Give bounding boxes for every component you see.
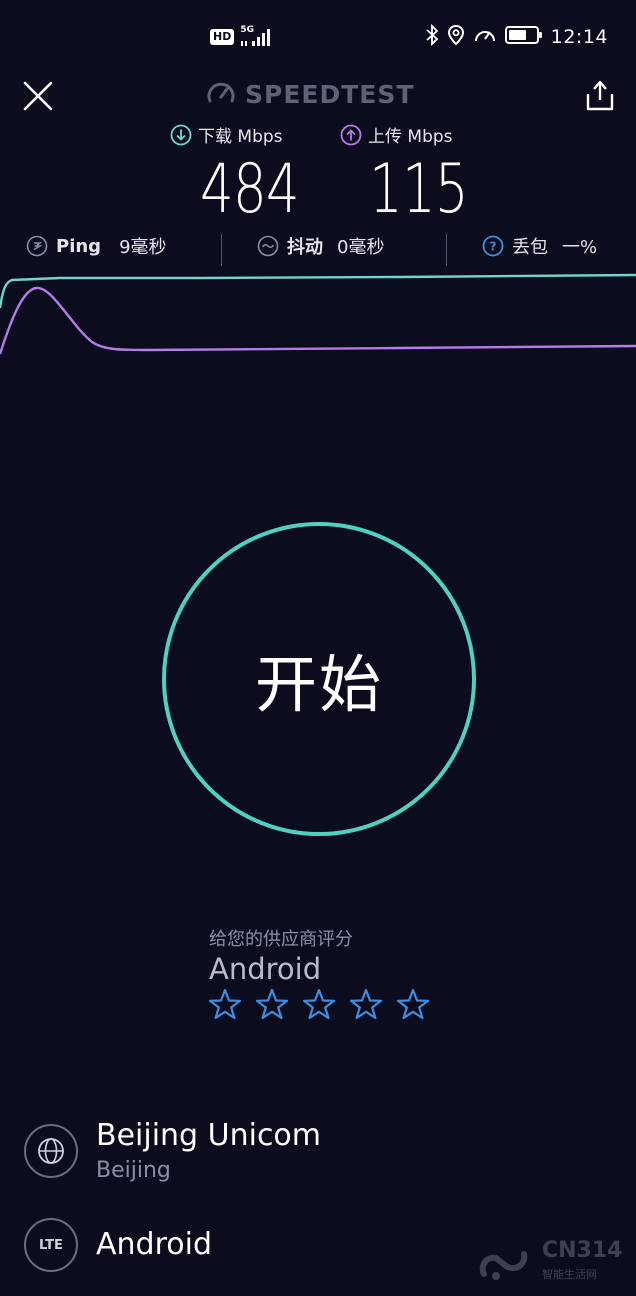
- status-left: HD 5G: [210, 26, 274, 48]
- location-icon: [447, 24, 465, 50]
- cellular-signal-icon: 5G: [240, 26, 274, 48]
- upload-speed-value: 115: [369, 150, 469, 229]
- brand-name: SPEEDTEST: [245, 79, 415, 109]
- close-icon: [23, 81, 53, 111]
- packet-loss-metric[interactable]: ? 丢包 一%: [482, 233, 597, 259]
- download-speed-value: 484: [200, 150, 300, 229]
- status-bar: HD 5G 12:14: [0, 22, 636, 56]
- download-label-text: 下载 Mbps: [198, 127, 283, 147]
- star-2-icon[interactable]: [255, 988, 289, 1020]
- ping-icon: [26, 235, 48, 257]
- download-graph-line: [0, 273, 636, 309]
- status-right: 12:14: [425, 23, 608, 50]
- metric-divider: [221, 234, 222, 266]
- download-label: 下载 Mbps: [170, 122, 283, 147]
- watermark: CN314 智能生活网: [476, 1236, 626, 1286]
- download-arrow-icon: [170, 124, 192, 145]
- watermark-logo-icon: [479, 1251, 528, 1280]
- star-3-icon[interactable]: [302, 988, 336, 1020]
- star-4-icon[interactable]: [349, 988, 383, 1020]
- isp-city: Beijing: [96, 1158, 171, 1183]
- ping-label: Ping: [56, 235, 102, 257]
- svg-text:?: ?: [490, 240, 497, 254]
- share-icon: [586, 80, 614, 111]
- watermark-subtext: 智能生活网: [542, 1268, 597, 1281]
- star-1-icon[interactable]: [208, 988, 242, 1020]
- device-name: Android: [96, 1227, 212, 1262]
- upload-label: 上传 Mbps: [340, 122, 453, 147]
- speedometer-icon: [473, 24, 497, 50]
- packet-loss-value: 一%: [562, 237, 598, 258]
- server-globe-icon: [24, 1124, 78, 1178]
- metric-divider: [446, 234, 447, 266]
- star-5-icon[interactable]: [396, 988, 430, 1020]
- network-type-label: 5G: [240, 25, 254, 35]
- start-button-label: 开始: [254, 648, 383, 721]
- start-button[interactable]: 开始: [161, 521, 477, 837]
- isp-name[interactable]: Beijing Unicom: [96, 1118, 321, 1153]
- hd-badge: HD: [210, 29, 235, 45]
- battery-icon: [504, 25, 543, 49]
- close-button[interactable]: [20, 78, 56, 114]
- star-rating: [208, 988, 430, 1020]
- bluetooth-icon: [425, 23, 439, 50]
- watermark-text: CN314: [542, 1238, 623, 1263]
- jitter-icon: [257, 235, 279, 257]
- jitter-value: 0毫秒: [337, 237, 385, 258]
- packet-loss-label: 丢包: [512, 237, 548, 258]
- gauge-icon: [207, 82, 235, 103]
- jitter-metric: 抖动 0毫秒: [257, 233, 384, 259]
- rated-provider-name: Android: [209, 952, 322, 986]
- jitter-label: 抖动: [287, 237, 323, 258]
- speedtest-logo: SPEEDTEST: [205, 78, 414, 110]
- ping-metric: Ping 9毫秒: [26, 233, 167, 259]
- lte-icon: LTE: [24, 1218, 78, 1272]
- help-icon: ?: [482, 235, 504, 257]
- connection-type-label: LTE: [39, 1237, 63, 1253]
- upload-label-text: 上传 Mbps: [368, 127, 453, 147]
- upload-graph-line: [0, 286, 636, 355]
- ping-value: 9毫秒: [119, 237, 167, 258]
- clock: 12:14: [550, 26, 608, 48]
- rate-provider-prompt: 给您的供应商评分: [209, 929, 353, 950]
- speedtest-screen: HD 5G 12:14 SPEEDTEST 下载 Mbps 上传 Mbps 48…: [0, 0, 636, 1296]
- upload-arrow-icon: [340, 124, 362, 145]
- speed-graph: [0, 273, 636, 355]
- share-button[interactable]: [580, 76, 620, 116]
